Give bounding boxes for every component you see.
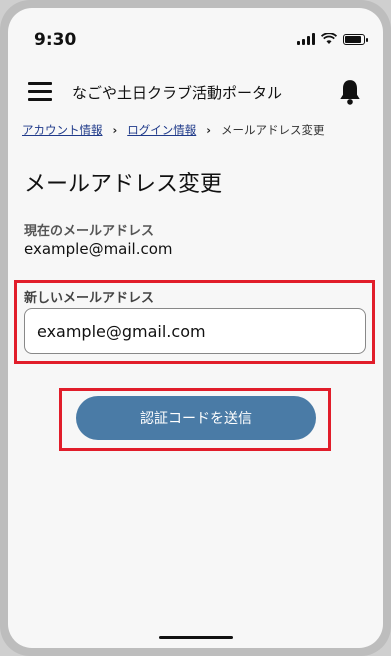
- home-indicator[interactable]: [159, 636, 233, 639]
- breadcrumb: アカウント情報 › ログイン情報 › メールアドレス変更: [22, 122, 325, 138]
- current-email-label: 現在のメールアドレス: [24, 224, 155, 239]
- bell-icon[interactable]: [337, 78, 363, 106]
- screen: 9:30 なごや土日クラブ活動ポータル アカウント情報 › ログイン情報 › メ…: [8, 8, 383, 648]
- signal-icon: [297, 33, 315, 45]
- app-header: なごや土日クラブ活動ポータル: [8, 68, 383, 118]
- breadcrumb-account-info[interactable]: アカウント情報: [22, 123, 103, 137]
- status-time: 9:30: [34, 30, 77, 50]
- send-code-button[interactable]: 認証コードを送信: [76, 396, 316, 440]
- current-email-value: example@mail.com: [24, 240, 173, 258]
- chevron-right-icon: ›: [112, 123, 118, 137]
- new-email-label: 新しいメールアドレス: [24, 291, 155, 306]
- chevron-right-icon: ›: [206, 123, 211, 137]
- status-icons: [297, 33, 368, 45]
- breadcrumb-current: メールアドレス変更: [221, 123, 325, 137]
- wifi-icon: [321, 33, 337, 44]
- page-title: メールアドレス変更: [24, 172, 223, 197]
- breadcrumb-login-info[interactable]: ログイン情報: [127, 123, 196, 137]
- status-bar: 9:30: [8, 8, 383, 68]
- new-email-field[interactable]: [24, 308, 366, 354]
- app-title: なごや土日クラブ活動ポータル: [72, 84, 283, 102]
- menu-icon[interactable]: [28, 82, 52, 102]
- battery-icon: [343, 33, 368, 45]
- phone-frame: 9:30 なごや土日クラブ活動ポータル アカウント情報 › ログイン情報 › メ…: [0, 0, 391, 656]
